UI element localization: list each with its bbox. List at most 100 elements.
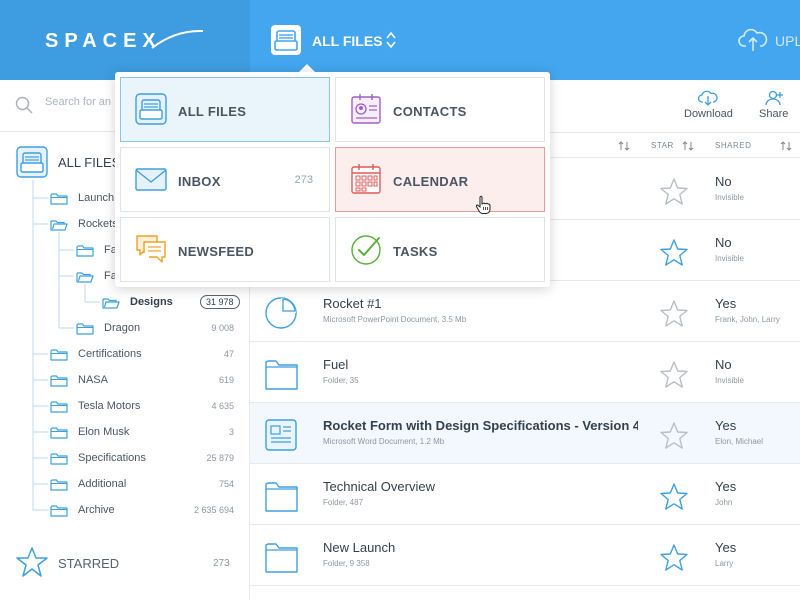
shared-status: Yes: [715, 296, 737, 311]
column-star[interactable]: STAR: [651, 141, 674, 150]
envelope-icon: [135, 168, 167, 191]
file-name[interactable]: Rocket #1: [323, 296, 638, 311]
contacts-icon: [351, 94, 381, 124]
pie-chart-icon: [265, 297, 297, 329]
sort-icon[interactable]: [618, 141, 630, 151]
shared-with: Invisible: [715, 193, 744, 202]
folder-label: Elon Musk: [78, 426, 130, 438]
section-tile-inbox[interactable]: INBOX 273: [120, 147, 330, 212]
star-toggle-icon[interactable]: [659, 543, 689, 572]
shared-status: No: [715, 357, 732, 372]
folder-icon: [265, 360, 298, 390]
tile-label: TASKS: [393, 244, 438, 259]
folder-icon: [50, 192, 68, 205]
shared-with: Elon, Michael: [715, 437, 764, 446]
calendar-icon: [351, 164, 381, 194]
section-tile-tasks[interactable]: TASKS: [335, 217, 545, 282]
column-shared[interactable]: SHARED: [715, 141, 751, 150]
star-toggle-icon[interactable]: [659, 238, 689, 267]
star-toggle-icon[interactable]: [659, 482, 689, 511]
folder-icon: [50, 504, 68, 517]
folder-count: 4 635: [211, 401, 234, 411]
shared-with: Frank, John, Larry: [715, 315, 780, 324]
folder-label: Designs: [130, 296, 173, 308]
file-meta: Folder, 35: [323, 376, 359, 385]
shared-with: Larry: [715, 559, 734, 568]
tile-label: CONTACTS: [393, 104, 467, 119]
table-row[interactable]: Fuel Folder, 35 No Invisible: [250, 342, 800, 403]
folder-icon: [50, 478, 68, 491]
folder-count: 3: [228, 427, 234, 437]
star-toggle-icon[interactable]: [659, 177, 689, 206]
shared-status: Yes: [715, 479, 737, 494]
shared-status: Yes: [715, 540, 737, 555]
cloud-download-icon: [698, 90, 719, 106]
star-toggle-icon[interactable]: [659, 421, 689, 450]
folder-icon: [265, 482, 298, 512]
sort-icon[interactable]: [780, 141, 792, 151]
sidebar-folder-item[interactable]: Dragon 9 008: [76, 318, 250, 338]
section-tile-calendar[interactable]: CALENDAR: [335, 147, 545, 212]
section-tile-all-files[interactable]: ALL FILES: [120, 77, 330, 142]
updown-chevron-icon[interactable]: [385, 30, 397, 50]
cloud-upload-icon[interactable]: [738, 26, 768, 52]
table-row[interactable]: New Launch Folder, 9 358 Yes Larry: [250, 525, 800, 586]
file-meta: Microsoft PowerPoint Document, 3.5 Mb: [323, 315, 467, 324]
folder-label: Rockets: [78, 218, 118, 230]
sidebar-folder-item[interactable]: NASA 619: [50, 370, 250, 390]
shared-with: Invisible: [715, 254, 744, 263]
star-toggle-icon[interactable]: [659, 299, 689, 328]
file-meta: Folder, 487: [323, 498, 364, 507]
sort-icon[interactable]: [682, 141, 694, 151]
folder-count: 2 635 694: [193, 505, 234, 515]
sidebar-folder-item[interactable]: Tesla Motors 4 635: [50, 396, 250, 416]
folder-label: Launch: [78, 192, 115, 204]
folder-label: Tesla Motors: [78, 400, 141, 412]
section-tile-newsfeed[interactable]: NEWSFEED: [120, 217, 330, 282]
folder-icon: [102, 297, 120, 309]
share-label: Share: [759, 108, 789, 120]
folder-count: 25 879: [206, 453, 234, 463]
file-name[interactable]: Fuel: [323, 357, 638, 372]
section-tile-contacts[interactable]: CONTACTS: [335, 77, 545, 142]
folder-count: 754: [218, 479, 234, 489]
starred-count: 273: [213, 558, 230, 569]
folder-label: Archive: [78, 504, 115, 516]
folder-label: Additional: [78, 478, 127, 490]
upload-button[interactable]: UPL: [775, 33, 800, 49]
folder-count: 47: [223, 349, 234, 359]
folder-icon: [50, 348, 68, 361]
designs-count-badge: 31 978: [200, 295, 240, 309]
folder-icon: [76, 244, 94, 257]
folder-icon: [265, 543, 298, 573]
sidebar-folder-item[interactable]: Archive 2 635 694: [50, 500, 250, 520]
sidebar-folder-item[interactable]: Additional 754: [50, 474, 250, 494]
table-row[interactable]: Technical Overview Folder, 487 Yes John: [250, 464, 800, 525]
share-button[interactable]: Share: [759, 90, 788, 120]
table-row[interactable]: Rocket #1 Microsoft PowerPoint Document, …: [250, 281, 800, 342]
sidebar-folder-item[interactable]: Elon Musk 3: [50, 422, 250, 442]
sidebar-starred[interactable]: STARRED: [58, 556, 119, 571]
file-name[interactable]: Rocket Form with Design Specifications -…: [323, 418, 638, 433]
tile-label: ALL FILES: [178, 104, 247, 119]
star-toggle-icon[interactable]: [659, 360, 689, 389]
section-switcher-title[interactable]: ALL FILES: [312, 33, 383, 49]
folder-label: Specifications: [78, 452, 146, 464]
folder-count: 619: [218, 375, 234, 385]
tile-label: CALENDAR: [393, 174, 469, 189]
file-name[interactable]: Technical Overview: [323, 479, 638, 494]
sidebar-folder-item[interactable]: Specifications 25 879: [50, 448, 250, 468]
chat-bubbles-icon: [136, 235, 166, 263]
folder-label: Dragon: [104, 322, 141, 334]
top-bar: ALL FILES UPL: [250, 0, 800, 80]
folder-icon: [76, 322, 94, 335]
shared-with: John: [715, 498, 733, 507]
star-icon: [16, 547, 48, 577]
folder-icon: [50, 374, 68, 387]
sidebar-folder-item[interactable]: Certifications 47: [50, 344, 250, 364]
download-button[interactable]: Download: [684, 90, 733, 120]
table-row[interactable]: Rocket Form with Design Specifications -…: [250, 403, 800, 464]
shared-status: Yes: [715, 418, 737, 433]
file-name[interactable]: New Launch: [323, 540, 638, 555]
shared-status: No: [715, 235, 732, 250]
